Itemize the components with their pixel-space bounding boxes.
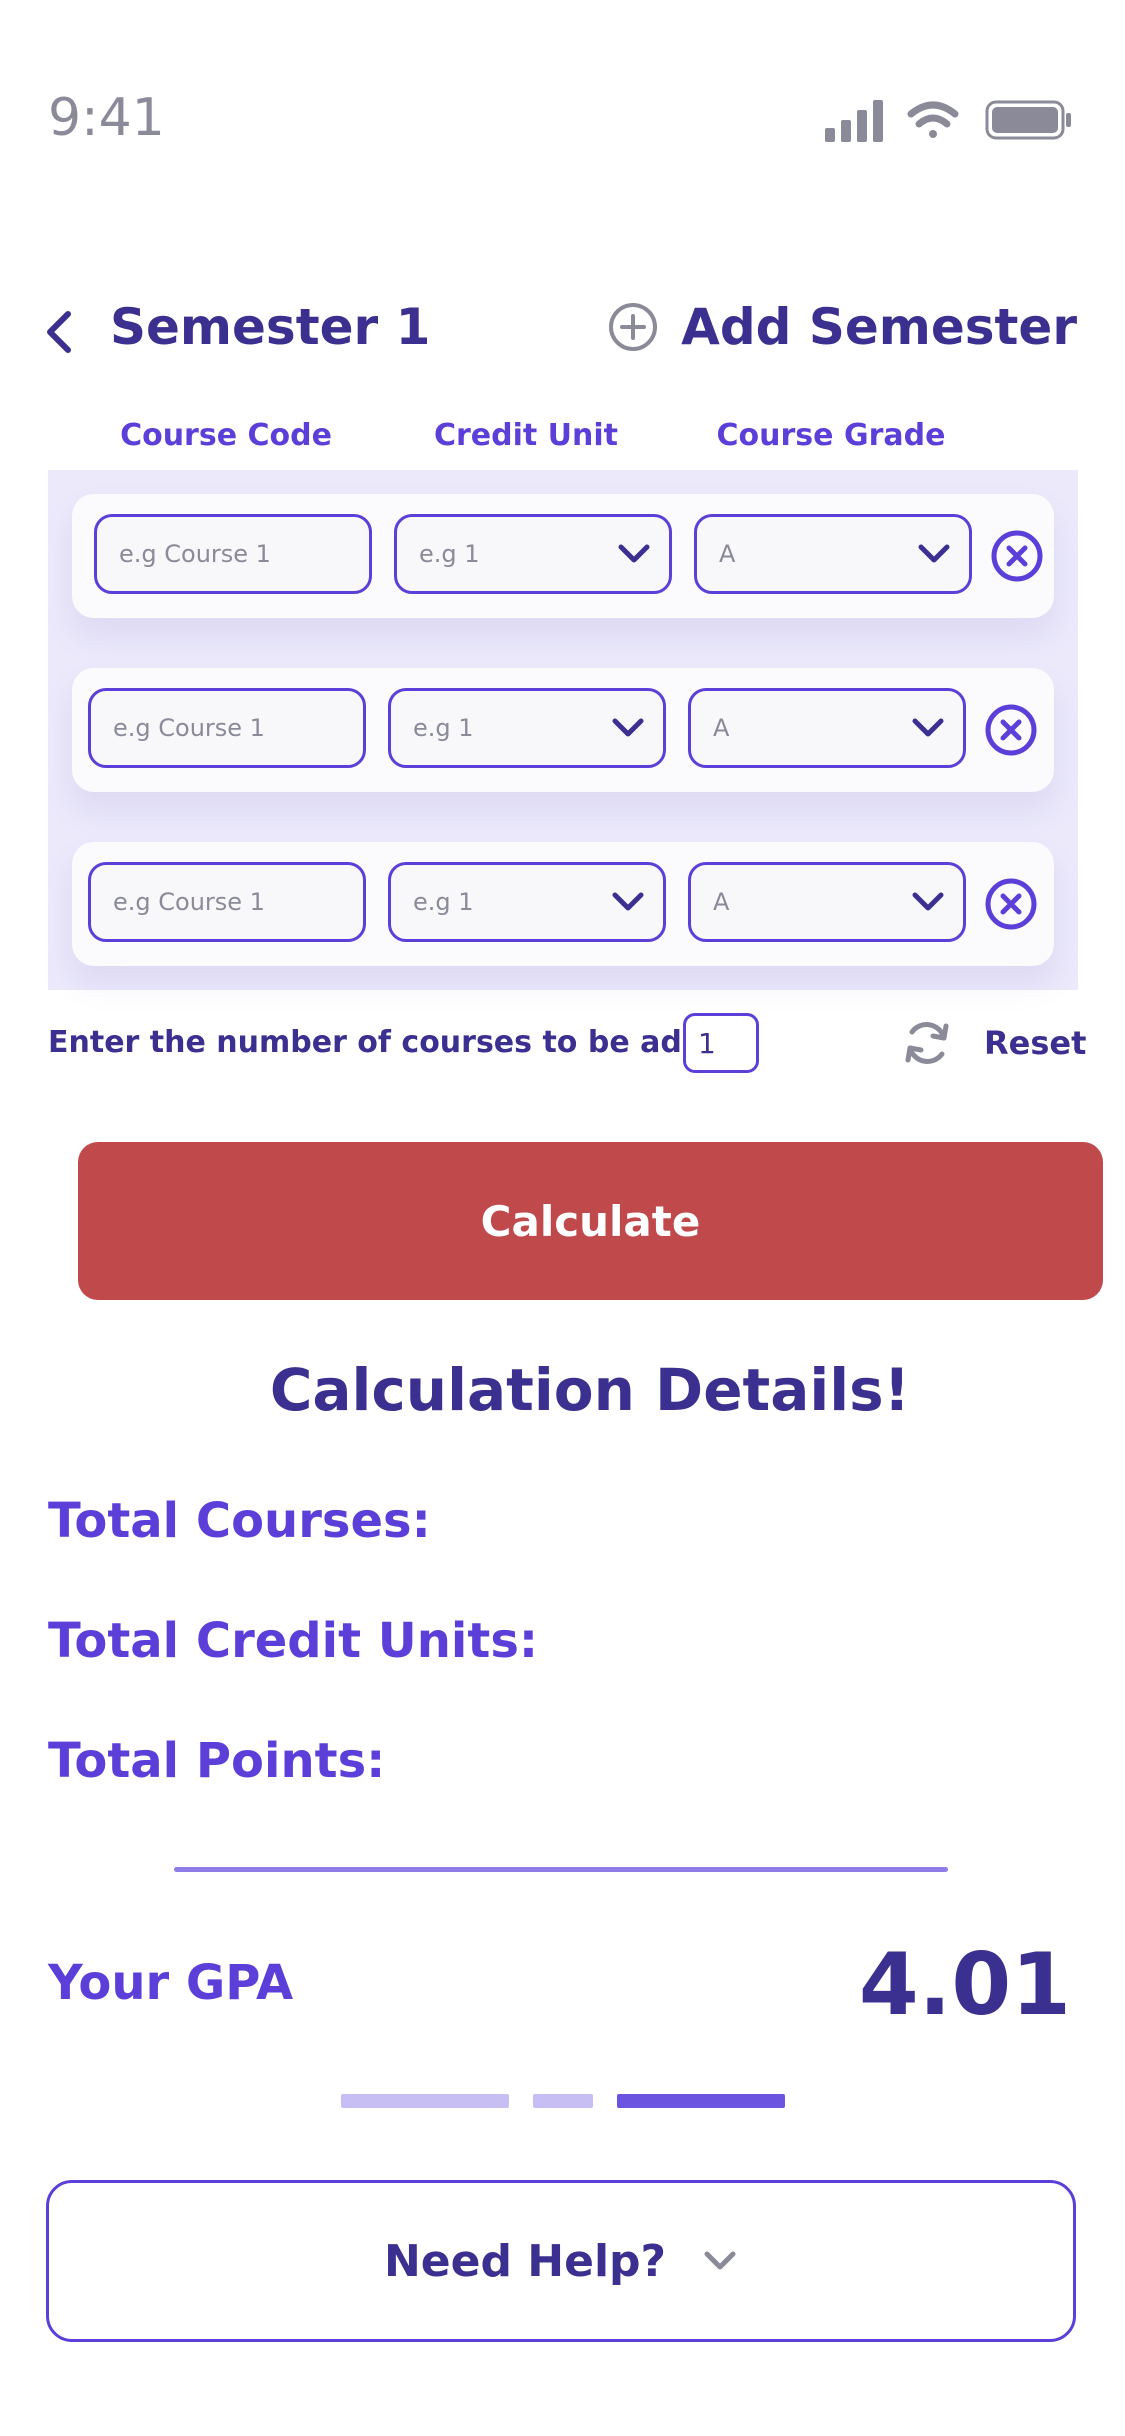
- back-chevron-icon[interactable]: [40, 306, 80, 358]
- credit-unit-value: e.g 1: [413, 714, 474, 742]
- course-grade-value: A: [719, 540, 736, 568]
- credit-unit-value: e.g 1: [419, 540, 480, 568]
- plus-circle-icon: [609, 303, 658, 351]
- chevron-down-icon: [704, 2251, 736, 2270]
- column-header-course-grade: Course Grade: [716, 418, 946, 453]
- remove-course-icon[interactable]: [984, 877, 1038, 931]
- course-grade-select[interactable]: A: [688, 688, 966, 768]
- course-grade-select[interactable]: A: [688, 862, 966, 942]
- refresh-icon: [905, 1022, 949, 1064]
- credit-unit-select[interactable]: e.g 1: [388, 688, 666, 768]
- chevron-down-icon: [912, 718, 944, 737]
- status-time: 9:41: [48, 88, 165, 148]
- course-code-input[interactable]: e.g Course 1: [88, 862, 366, 942]
- semester-title: Semester 1: [110, 298, 431, 356]
- course-grade-value: A: [713, 714, 730, 742]
- page-indicator-2[interactable]: [533, 2094, 593, 2108]
- course-row: e.g Course 1 e.g 1 A: [72, 842, 1054, 966]
- need-help-button[interactable]: Need Help?: [46, 2180, 1076, 2342]
- wifi-icon: [907, 101, 959, 138]
- credit-unit-select[interactable]: e.g 1: [388, 862, 666, 942]
- remove-course-icon[interactable]: [990, 529, 1044, 583]
- course-code-input[interactable]: e.g Course 1: [88, 688, 366, 768]
- add-semester-label: Add Semester: [681, 298, 1077, 356]
- credit-unit-value: e.g 1: [413, 888, 474, 916]
- gpa-label: Your GPA: [48, 1955, 294, 2011]
- calculate-button[interactable]: Calculate: [78, 1142, 1103, 1300]
- chevron-down-icon: [918, 544, 950, 563]
- calculation-details-title: Calculation Details!: [269, 1356, 911, 1424]
- total-courses-label: Total Courses:: [48, 1493, 431, 1549]
- course-count-input[interactable]: [683, 1013, 759, 1073]
- course-grade-select[interactable]: A: [694, 514, 972, 594]
- course-count-label: Enter the number of courses to be added: [48, 1025, 746, 1060]
- course-row: e.g Course 1 e.g 1 A: [72, 494, 1054, 618]
- course-code-input[interactable]: e.g Course 1: [94, 514, 372, 594]
- status-icons: [825, 100, 1071, 142]
- battery-icon: [985, 100, 1071, 140]
- reset-button[interactable]: Reset: [900, 1016, 1086, 1070]
- remove-course-icon[interactable]: [984, 703, 1038, 757]
- total-points-label: Total Points:: [48, 1733, 386, 1789]
- signal-icon: [825, 100, 883, 142]
- page-indicator-1[interactable]: [341, 2094, 509, 2108]
- column-header-course-code: Course Code: [120, 418, 332, 453]
- total-credit-units-label: Total Credit Units:: [48, 1613, 539, 1669]
- chevron-down-icon: [912, 892, 944, 911]
- chevron-down-icon: [618, 544, 650, 563]
- course-list-panel: e.g Course 1 e.g 1 A e.g Course 1 e.g 1 …: [48, 470, 1078, 990]
- course-grade-value: A: [713, 888, 730, 916]
- page-indicator-3-active[interactable]: [617, 2094, 785, 2108]
- column-header-credit-unit: Credit Unit: [433, 418, 619, 453]
- credit-unit-select[interactable]: e.g 1: [394, 514, 672, 594]
- gpa-value: 4.01: [858, 1935, 1071, 2035]
- need-help-label: Need Help?: [383, 2235, 667, 2287]
- course-row: e.g Course 1 e.g 1 A: [72, 668, 1054, 792]
- add-semester-button[interactable]: Add Semester: [607, 298, 1077, 356]
- chevron-down-icon: [612, 718, 644, 737]
- divider: [174, 1867, 948, 1872]
- chevron-down-icon: [612, 892, 644, 911]
- reset-label: Reset: [984, 1024, 1087, 1062]
